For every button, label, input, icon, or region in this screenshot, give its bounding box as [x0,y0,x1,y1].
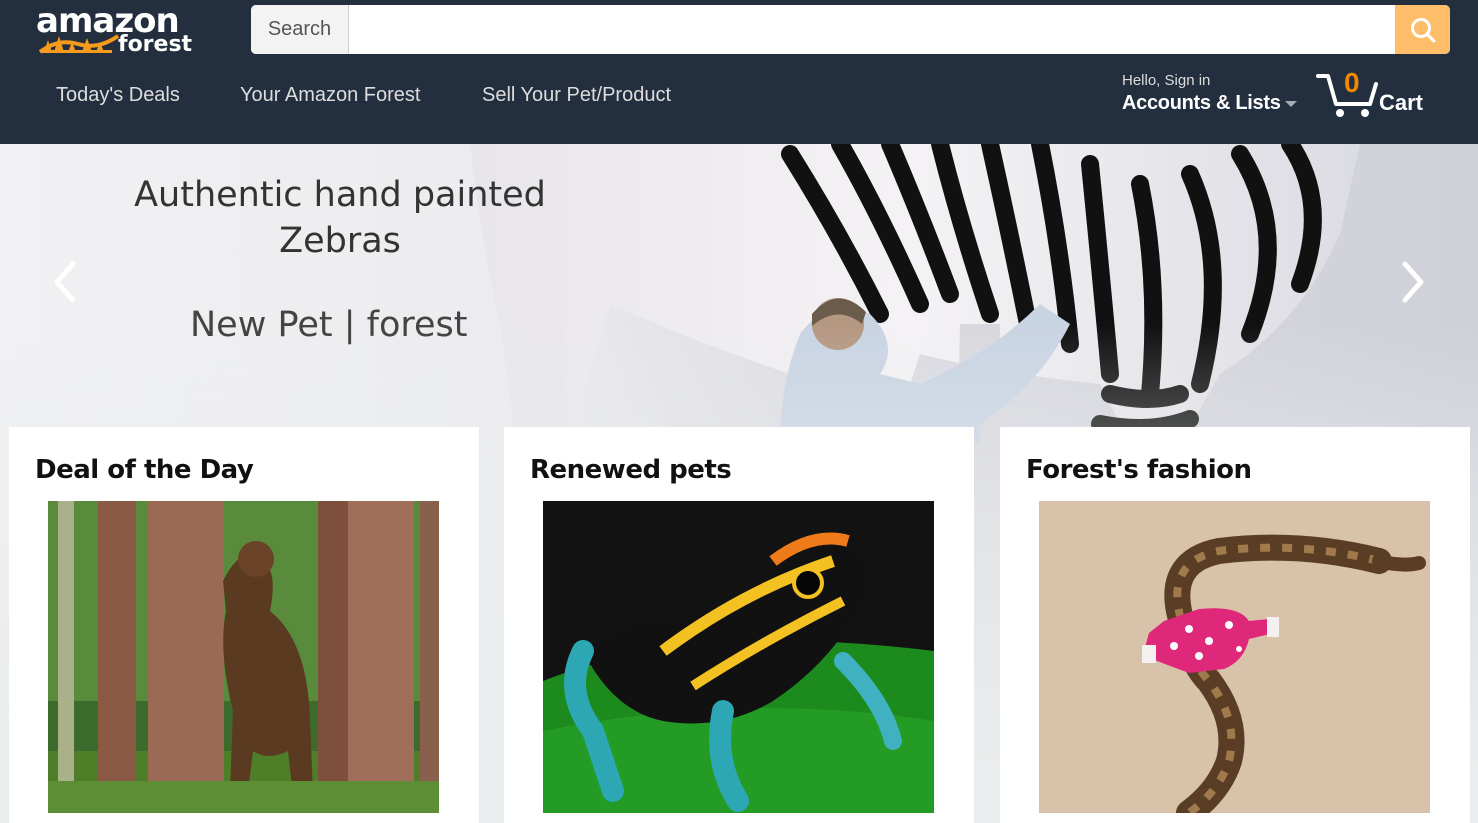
search-bar: Search [251,5,1450,54]
card-forests-fashion: Forest's fashion [1000,427,1470,823]
search-department-select[interactable]: Search [251,5,349,54]
hero-title: Authentic hand painted Zebras [134,175,546,261]
nav-your-amazon-forest[interactable]: Your Amazon Forest [240,82,420,108]
card-image-snake[interactable] [1039,501,1430,813]
forest-silhouette-icon [38,34,120,54]
cart-count: 0 [1344,67,1360,98]
top-header: amazon forest Search Today's Deals Your … [0,0,1478,144]
search-icon [1410,17,1436,43]
hero-prev-button[interactable] [44,254,84,310]
cart-button[interactable]: 0 Cart [1316,68,1436,120]
amazon-forest-logo[interactable]: amazon forest [34,2,194,58]
hero-next-button[interactable] [1394,254,1434,310]
card-image-bear[interactable] [48,501,439,813]
logo-sub-text: forest [118,32,193,57]
search-input[interactable] [349,5,1395,54]
search-button[interactable] [1395,5,1450,54]
hero-subtitle: New Pet | forest [190,305,468,345]
card-renewed-pets: Renewed pets [504,427,974,823]
nav-todays-deals[interactable]: Today's Deals [56,82,180,108]
account-label: Accounts & Lists [1122,92,1281,114]
card-image-frog[interactable] [543,501,934,813]
card-title: Deal of the Day [35,455,254,485]
card-deal-of-the-day: Deal of the Day [9,427,479,823]
poison-dart-frog-image [543,501,934,813]
bear-forest-image [48,501,439,813]
account-label-row: Accounts & Lists [1122,90,1297,116]
account-menu[interactable]: Hello, Sign in Accounts & Lists [1122,72,1297,116]
account-greeting: Hello, Sign in [1122,72,1211,89]
nav-sell-your-pet[interactable]: Sell Your Pet/Product [482,82,671,108]
chevron-left-icon [54,261,76,303]
snake-sweater-image [1039,501,1430,813]
card-title: Renewed pets [530,455,732,485]
card-title: Forest's fashion [1026,455,1252,485]
chevron-right-icon [1402,261,1424,303]
cart-label: Cart [1379,90,1424,115]
caret-down-icon [1284,100,1297,107]
